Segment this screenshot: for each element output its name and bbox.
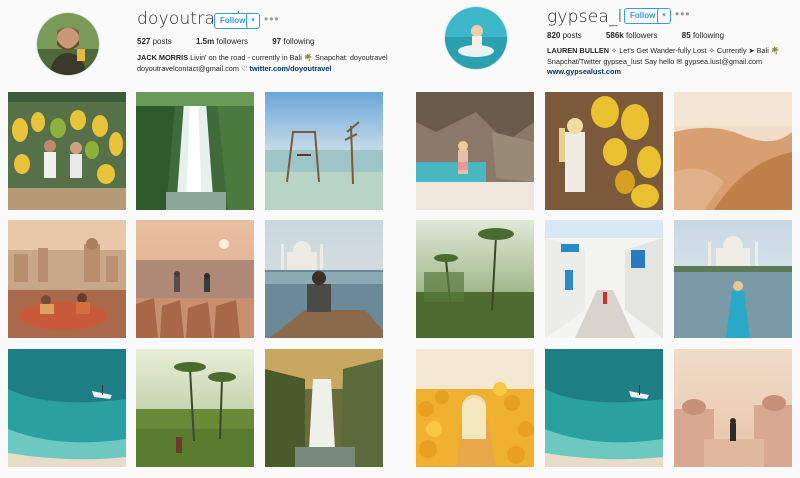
post-photo bbox=[545, 92, 663, 210]
post-photo bbox=[8, 349, 126, 467]
bio-link[interactable]: twitter.com/doyoutravel bbox=[250, 64, 332, 73]
post-photo bbox=[265, 349, 383, 467]
posts-label: posts bbox=[152, 37, 172, 46]
follow-button[interactable]: Follow bbox=[624, 8, 662, 24]
following-label: following bbox=[283, 37, 315, 46]
profile-avatar[interactable] bbox=[36, 12, 100, 76]
caret-down-icon[interactable]: ▾ bbox=[657, 8, 671, 24]
post-desert-dunes[interactable] bbox=[674, 92, 792, 210]
post-city-rooftop-picnic[interactable] bbox=[8, 220, 126, 338]
following-stat[interactable]: 97 following bbox=[272, 37, 314, 46]
profile-panel-doyoutravel: doyoutravel Follow ▾ ••• 527 posts 1.5m … bbox=[0, 0, 400, 478]
bio-line1: Livin' on the road - currently in Bali 🌴… bbox=[188, 53, 388, 62]
ellipsis-icon[interactable]: ••• bbox=[264, 12, 280, 26]
post-photo bbox=[265, 92, 383, 210]
posts-stat: 527 posts bbox=[137, 37, 172, 46]
following-count: 85 bbox=[681, 31, 691, 40]
post-rice-terrace-palms[interactable] bbox=[136, 349, 254, 467]
post-photo bbox=[8, 220, 126, 338]
following-stat[interactable]: 85 following bbox=[682, 31, 724, 40]
bio-name: JACK MORRIS bbox=[137, 53, 189, 62]
post-photo bbox=[545, 349, 663, 467]
bio-email: doyoutravelcontact@gmail.com bbox=[137, 63, 239, 73]
post-sunset-fort-view[interactable] bbox=[136, 220, 254, 338]
followers-label: followers bbox=[216, 37, 248, 46]
avatar-photo bbox=[445, 7, 507, 69]
post-photo bbox=[674, 349, 792, 467]
post-photo bbox=[265, 220, 383, 338]
post-taj-mahal-reflection[interactable] bbox=[674, 220, 792, 338]
post-turquoise-beach-boat[interactable] bbox=[8, 349, 126, 467]
post-banana-market-girl[interactable] bbox=[545, 92, 663, 210]
bio-separator: ♡ bbox=[238, 63, 250, 73]
post-forest-waterfall[interactable] bbox=[265, 349, 383, 467]
followers-count: 586k bbox=[605, 31, 624, 40]
bio-name: LAUREN BULLEN bbox=[547, 46, 610, 55]
post-rocky-beach-girl[interactable] bbox=[416, 92, 534, 210]
following-label: following bbox=[692, 31, 725, 40]
post-jungle-waterfall[interactable] bbox=[136, 92, 254, 210]
ellipsis-icon[interactable]: ••• bbox=[675, 7, 691, 21]
post-yellow-flowers-girl[interactable] bbox=[416, 349, 534, 467]
followers-stat[interactable]: 1.5m followers bbox=[196, 37, 248, 46]
post-photo bbox=[8, 92, 126, 210]
post-photo bbox=[674, 220, 792, 338]
avatar-photo bbox=[37, 13, 99, 75]
post-fruit-market-couple[interactable] bbox=[8, 92, 126, 210]
profile-avatar[interactable] bbox=[444, 6, 508, 70]
post-jungle-palm-sunrise[interactable] bbox=[416, 220, 534, 338]
posts-count: 820 bbox=[547, 31, 561, 40]
followers-stat[interactable]: 586k followers bbox=[606, 31, 658, 40]
posts-label: posts bbox=[562, 31, 582, 40]
followers-count: 1.5m bbox=[195, 37, 215, 46]
post-photo bbox=[136, 92, 254, 210]
followers-label: followers bbox=[625, 31, 658, 40]
post-photo bbox=[136, 220, 254, 338]
post-photo bbox=[674, 92, 792, 210]
post-boat-taj-mahal[interactable] bbox=[265, 220, 383, 338]
post-ocean-swing[interactable] bbox=[265, 92, 383, 210]
bio-link[interactable]: www.gypsealust.com bbox=[547, 67, 621, 76]
profile-bio: LAUREN BULLEN ✧ Let's Get Wander-fully L… bbox=[547, 46, 780, 78]
post-photo bbox=[416, 349, 534, 467]
caret-down-icon[interactable]: ▾ bbox=[246, 13, 260, 29]
post-turquoise-beach-boat[interactable] bbox=[545, 349, 663, 467]
following-count: 97 bbox=[272, 37, 282, 46]
post-photo bbox=[416, 92, 534, 210]
post-temple-sunset-terrace[interactable] bbox=[674, 349, 792, 467]
profile-stats: 820 posts 586k followers 85 following bbox=[547, 31, 746, 40]
bio-line1: ✧ Let's Get Wander-fully Lost ✧ Currentl… bbox=[609, 46, 780, 55]
post-photo bbox=[416, 220, 534, 338]
posts-stat: 820 posts bbox=[547, 31, 582, 40]
post-photo bbox=[545, 220, 663, 338]
profile-bio: JACK MORRIS Livin' on the road - current… bbox=[137, 53, 388, 74]
profile-panel-gypsea-lust: gypsea_lust Follow ▾ ••• 820 posts 586k … bbox=[400, 0, 800, 478]
posts-count: 527 bbox=[137, 37, 151, 46]
profile-stats: 527 posts 1.5m followers 97 following bbox=[137, 37, 337, 46]
bio-line2: Snapchat/Twitter gypsea_lust Say hello ✉… bbox=[547, 56, 763, 66]
post-photo bbox=[136, 349, 254, 467]
post-white-alley-steps[interactable] bbox=[545, 220, 663, 338]
